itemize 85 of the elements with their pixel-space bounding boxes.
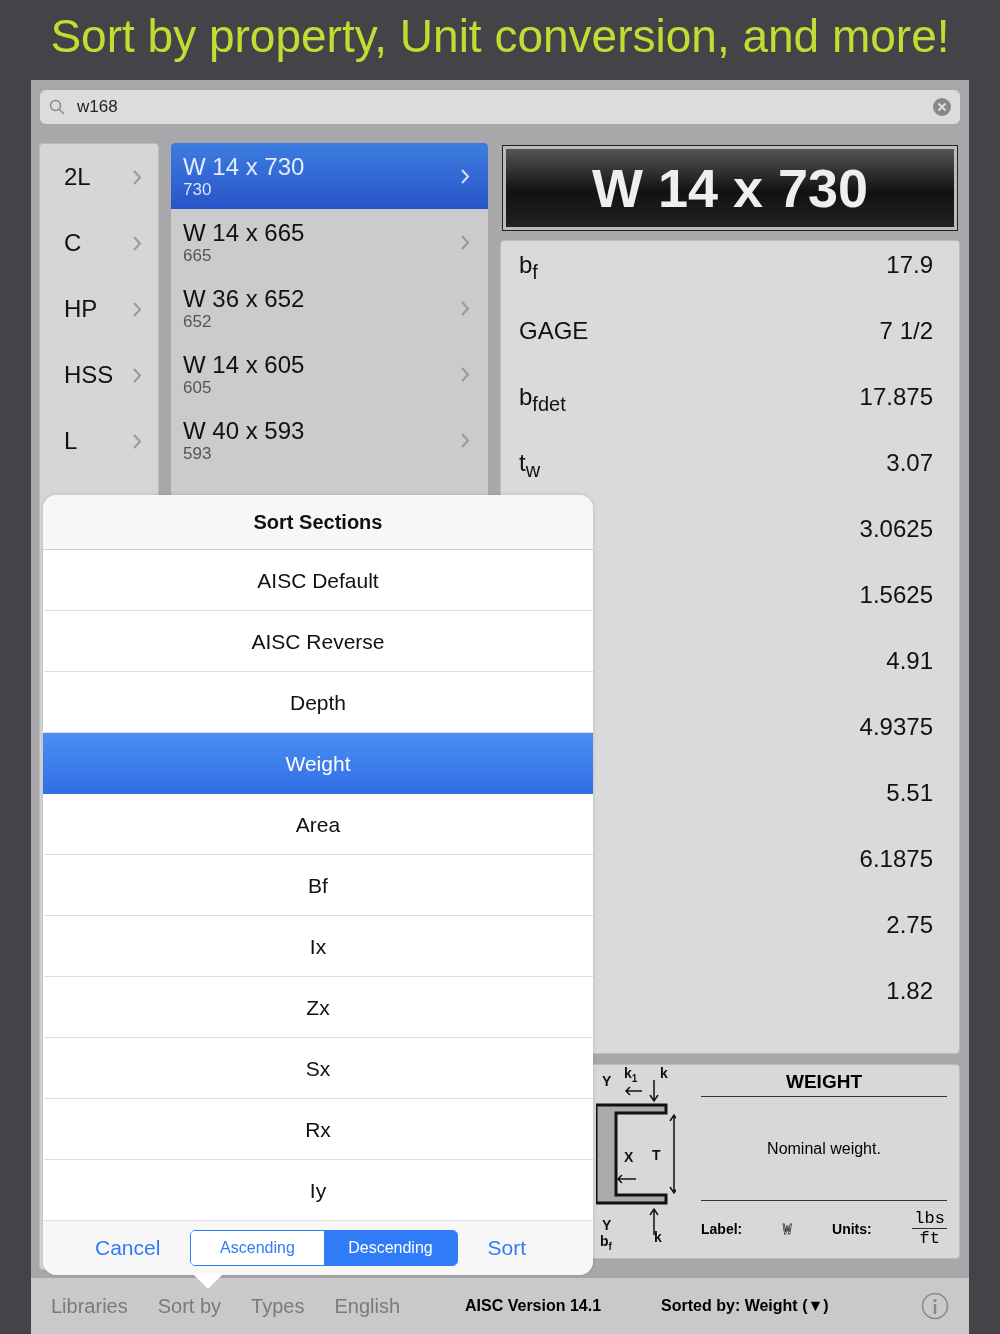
section-name: W 14 x 665	[183, 218, 305, 246]
section-weight: 593	[183, 443, 213, 464]
category-item[interactable]: HSS	[40, 342, 158, 408]
sort-option[interactable]: Ix	[43, 916, 593, 977]
section-item[interactable]: W 14 x 665 665	[171, 209, 488, 275]
sort-option[interactable]: AISC Reverse	[43, 611, 593, 672]
category-item[interactable]: L	[40, 408, 158, 474]
units-caption: Units:	[832, 1220, 872, 1237]
category-item[interactable]: C	[40, 210, 158, 276]
section-item[interactable]: W 14 x 730 730	[171, 143, 488, 209]
section-weight: 730	[183, 179, 213, 200]
section-name: W 36 x 652	[183, 284, 305, 312]
category-item[interactable]: HP	[40, 276, 158, 342]
label-symbol: W	[782, 1220, 792, 1237]
section-item[interactable]: W 36 x 652 652	[171, 275, 488, 341]
sort-option[interactable]: Zx	[43, 977, 593, 1038]
chevron-icon	[133, 235, 142, 251]
units-numerator: lbs	[912, 1209, 947, 1229]
sort-option[interactable]: Weight	[43, 733, 593, 794]
chevron-icon	[461, 234, 470, 250]
sort-option[interactable]: AISC Default	[43, 550, 593, 611]
cancel-button[interactable]: Cancel	[95, 1236, 161, 1260]
diagram-label: T	[652, 1147, 661, 1163]
diagram-label: k	[660, 1065, 668, 1081]
property-label: t$_{w}$	[519, 449, 541, 482]
sort-option[interactable]: Iy	[43, 1160, 593, 1221]
clear-icon[interactable]	[933, 98, 951, 116]
headline: Sort by property, Unit conversion, and more!	[49, 9, 951, 64]
property-value: 4.91	[886, 647, 933, 675]
property-value: 7 1/2	[879, 317, 933, 345]
section-weight: 605	[183, 377, 213, 398]
property-value: 5.51	[886, 779, 933, 807]
section-item[interactable]: W 40 x 593 593	[171, 407, 488, 473]
search-field[interactable]: w168	[40, 90, 960, 124]
label-caption: Label:	[701, 1220, 743, 1237]
property-value: 2.75	[886, 911, 933, 939]
sort-option[interactable]: Rx	[43, 1099, 593, 1160]
property-value: 6.1875	[859, 845, 933, 873]
sort-option[interactable]: Area	[43, 794, 593, 855]
diagram-label: k	[654, 1229, 662, 1245]
direction-segment[interactable]: Descending	[323, 1231, 457, 1265]
chevron-icon	[133, 301, 142, 317]
sort-option[interactable]: Sx	[43, 1038, 593, 1099]
chevron-icon	[461, 300, 470, 316]
property-value: 3.07	[886, 449, 933, 477]
category-item[interactable]: 2L	[40, 144, 158, 210]
direction-segment[interactable]: Ascending	[190, 1231, 324, 1265]
diagram-label: k$_{1}$	[624, 1065, 638, 1084]
property-title: WEIGHT	[701, 1071, 947, 1097]
units-denominator: ft	[919, 1229, 940, 1248]
chevron-icon	[461, 366, 470, 382]
diagram-label: b$_{f}$	[600, 1233, 612, 1252]
search-icon	[49, 99, 65, 115]
property-value: 4.9375	[859, 713, 933, 741]
chevron-icon	[133, 169, 142, 185]
section-weight: 665	[183, 245, 213, 266]
version-label: AISC Version 14.1	[465, 1297, 602, 1315]
diagram-label: Y	[602, 1073, 612, 1089]
diagram-label: X	[624, 1149, 634, 1165]
sort-status: Sorted by: Weight (▼)	[661, 1297, 829, 1315]
section-title: W 14 x 730	[503, 146, 957, 230]
section-name: W 14 x 605	[183, 350, 305, 378]
section-item[interactable]: W 14 x 605 605	[171, 341, 488, 407]
section-name: W 40 x 593	[183, 416, 305, 444]
section-name: W 14 x 730	[183, 152, 305, 180]
popover-title: Sort Sections	[43, 495, 593, 550]
chevron-icon	[133, 367, 142, 383]
property-value: 1.82	[886, 977, 933, 1005]
sort-option[interactable]: Depth	[43, 672, 593, 733]
info-icon[interactable]	[921, 1292, 949, 1320]
property-value: 17.875	[859, 383, 933, 411]
chevron-icon	[461, 432, 470, 448]
property-value: 1.5625	[859, 581, 933, 609]
sort-option[interactable]: Bf	[43, 855, 593, 916]
property-label: GAGE	[519, 317, 589, 345]
property-description: Nominal weight.	[701, 1097, 947, 1201]
chevron-icon	[461, 168, 470, 184]
section-weight: 652	[183, 311, 213, 332]
property-value: 17.9	[886, 251, 933, 279]
property-label: b$_{f}$	[519, 251, 538, 284]
sort-button[interactable]: Sort	[487, 1236, 526, 1260]
chevron-icon	[133, 433, 142, 449]
search-input[interactable]: w168	[75, 96, 923, 118]
diagram-label: Y	[602, 1217, 612, 1233]
property-value: 3.0625	[859, 515, 933, 543]
